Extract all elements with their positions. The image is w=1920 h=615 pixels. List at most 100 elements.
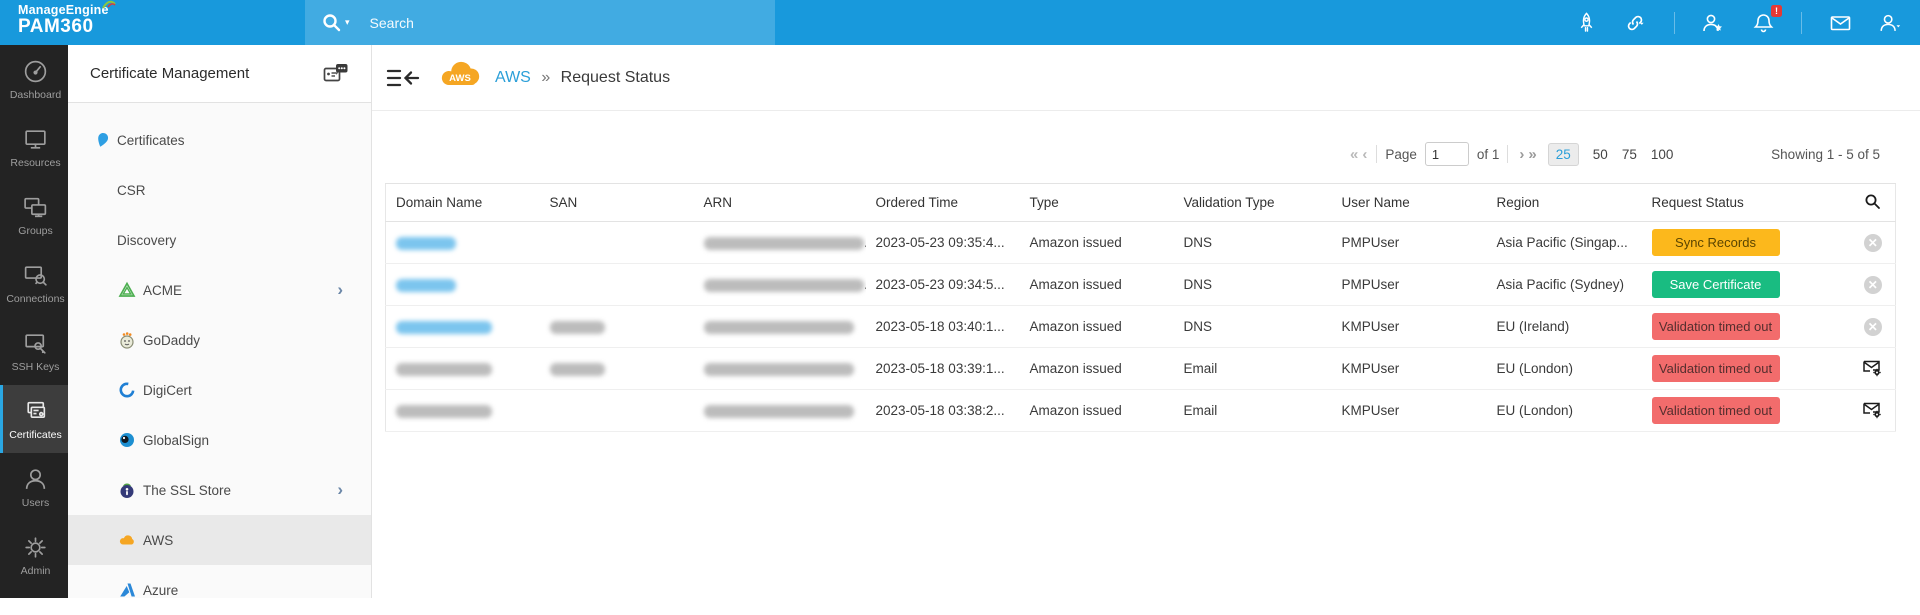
cell-ordered-time: 2023-05-23 09:34:5... [866,264,1020,306]
column-header-ordered-time[interactable]: Ordered Time [866,184,1020,222]
sidebar-item-the-ssl-store[interactable]: The SSL Store › [68,465,371,515]
bell-icon[interactable]: ! [1751,11,1775,35]
rail-label: Certificates [9,429,62,441]
sidebar-item-certificates[interactable]: Certificates [0,385,68,453]
cell-action [1851,348,1896,390]
aws-icon [118,531,136,549]
redacted-domain-link[interactable] [396,237,456,250]
dismiss-icon[interactable]: ✕ [1864,276,1882,294]
monitor-icon [22,126,49,153]
chevron-right-icon[interactable]: › [337,280,343,300]
page-size-100[interactable]: 100 [1651,147,1674,162]
redacted-domain-link[interactable] [396,279,456,292]
page-number-input[interactable] [1425,142,1469,166]
sidebar-item-acme[interactable]: ACME › [68,265,371,315]
cell-san [540,264,694,306]
cell-arn [694,390,866,432]
request-status-badge[interactable]: Validation timed out [1652,355,1780,382]
page-size-75[interactable]: 75 [1622,147,1637,162]
last-page-button[interactable]: » [1525,146,1537,163]
sidebar-item-ssh-keys[interactable]: SSH Keys [0,317,68,385]
sidebar-item-label: The SSL Store [143,483,231,498]
global-search[interactable]: ▾ Search [305,0,775,45]
request-status-badge[interactable]: Save Certificate [1652,271,1780,298]
request-status-badge[interactable]: Validation timed out [1652,397,1780,424]
rocket-icon[interactable] [1574,11,1598,35]
digicert-icon [118,381,136,399]
sidebar-item-dashboard[interactable]: Dashboard [0,45,68,113]
table-search-icon[interactable] [1851,184,1896,222]
cell-validation-type: DNS [1174,222,1332,264]
cell-validation-type: DNS [1174,264,1332,306]
resend-mail-icon[interactable] [1862,358,1883,377]
card-feedback-icon[interactable] [323,63,349,84]
link-icon[interactable] [1624,11,1648,35]
dismiss-icon[interactable]: ✕ [1864,318,1882,336]
redacted-san [550,363,605,376]
table-row: 2023-05-23 09:34:5...Amazon issuedDNSPMP… [386,264,1896,306]
pagination-divider [1376,145,1377,163]
first-page-button[interactable]: « [1347,146,1359,163]
breadcrumb-provider-link[interactable]: AWS [495,69,531,86]
rail-label: SSH Keys [12,361,60,373]
column-header-domain-name[interactable]: Domain Name [386,184,540,222]
chevron-right-icon[interactable]: › [337,480,343,500]
page-size-50[interactable]: 50 [1593,147,1608,162]
cell-type: Amazon issued [1020,348,1174,390]
dismiss-icon[interactable]: ✕ [1864,234,1882,252]
cell-domain-name [386,390,540,432]
column-header-arn[interactable]: ARN [694,184,866,222]
sidebar-item-connections[interactable]: Connections [0,249,68,317]
request-status-table-wrap: Domain NameSANARNOrdered TimeTypeValidat… [385,183,1895,432]
column-header-san[interactable]: SAN [540,184,694,222]
page-label: Page [1385,147,1417,162]
request-status-badge[interactable]: Sync Records [1652,229,1780,256]
table-row: 2023-05-18 03:40:1...Amazon issuedDNSKMP… [386,306,1896,348]
sidebar-item-aws[interactable]: AWS [68,515,371,565]
cell-validation-type: DNS [1174,306,1332,348]
breadcrumb-bar: AWS AWS » Request Status [372,45,1920,111]
sidebar-item-groups[interactable]: Groups [0,181,68,249]
cell-user-name: KMPUser [1332,348,1487,390]
redacted-arn [704,279,864,292]
sidebar-item-globalsign[interactable]: GlobalSign [68,415,371,465]
user-menu-icon[interactable] [1878,11,1902,35]
redacted-domain-link[interactable] [396,321,492,334]
resend-mail-icon[interactable] [1862,400,1883,419]
aws-cloud-icon: AWS [439,59,485,96]
column-header-region[interactable]: Region [1487,184,1642,222]
column-header-validation-type[interactable]: Validation Type [1174,184,1332,222]
logo-swoosh-icon [102,0,116,10]
sidebar-collapse-icon[interactable] [385,66,421,90]
mail-icon[interactable] [1828,11,1852,35]
sidebar-item-label: GlobalSign [143,433,209,448]
page-size-25[interactable]: 25 [1548,143,1579,166]
search-icon[interactable]: ▾ [321,12,350,34]
sidebar-item-resources[interactable]: Resources [0,113,68,181]
sidebar-item-certificates-page[interactable]: Certificates [68,115,371,165]
table-header-row: Domain NameSANARNOrdered TimeTypeValidat… [386,184,1896,222]
sidebar-item-discovery[interactable]: Discovery [68,215,371,265]
column-header-user-name[interactable]: User Name [1332,184,1487,222]
table-row: 2023-05-18 03:39:1...Amazon issuedEmailK… [386,348,1896,390]
cell-san [540,306,694,348]
sidebar-item-admin[interactable]: Admin [0,521,68,589]
sidebar-item-digicert[interactable]: DigiCert [68,365,371,415]
sidebar-item-azure[interactable]: Azure [68,565,371,615]
table-row: 2023-05-23 09:35:4...Amazon issuedDNSPMP… [386,222,1896,264]
request-status-badge[interactable]: Validation timed out [1652,313,1780,340]
sidebar-item-csr[interactable]: CSR [68,165,371,215]
cell-arn [694,306,866,348]
gear-icon [22,534,49,561]
sidebar-item-users[interactable]: Users [0,453,68,521]
sidebar-title: Certificate Management [90,65,249,82]
column-header-request-status[interactable]: Request Status [1642,184,1851,222]
sidebar-menu: Certificates CSR Discovery ACME › GoDadd… [68,103,371,615]
next-page-button[interactable]: › [1516,146,1525,163]
rail-label: Users [22,497,49,509]
column-header-type[interactable]: Type [1020,184,1174,222]
prev-page-button[interactable]: ‹ [1359,146,1368,163]
user-star-icon[interactable] [1701,11,1725,35]
search-scope-caret-icon[interactable]: ▾ [345,17,350,28]
sidebar-item-godaddy[interactable]: GoDaddy [68,315,371,365]
